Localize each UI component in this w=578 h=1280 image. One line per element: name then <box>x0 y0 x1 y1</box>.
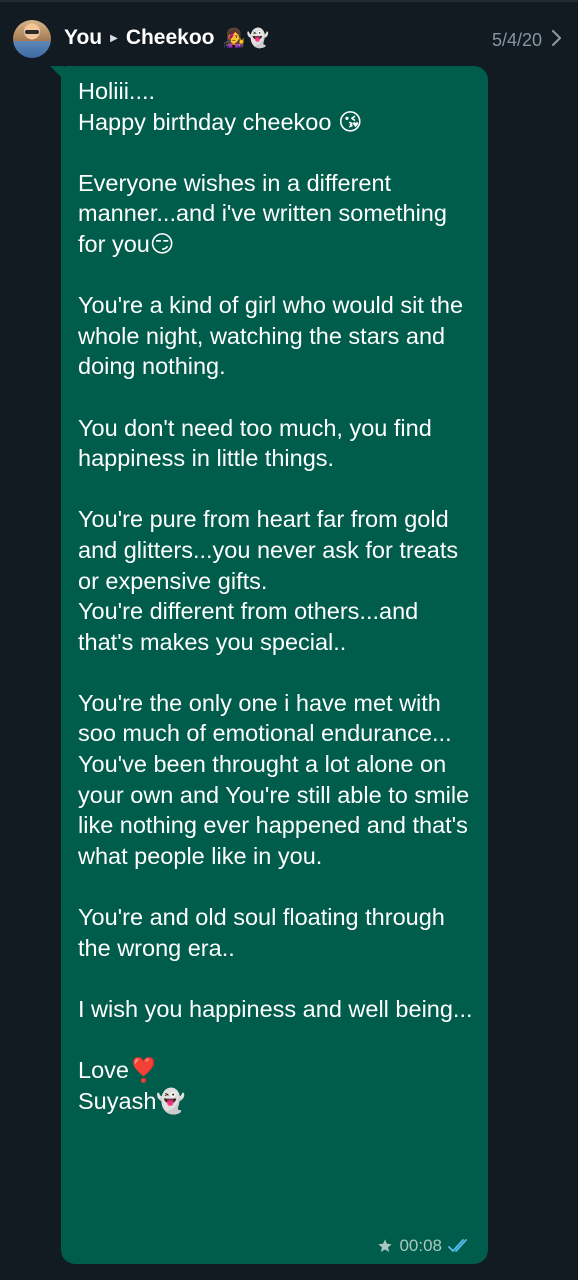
message-bubble[interactable]: Holiii.... Happy birthday cheekoo 😘 Ever… <box>61 66 488 1264</box>
message-meta: 00:08 <box>377 1236 474 1256</box>
sender-name: You <box>64 26 103 49</box>
recipient-name: Cheekoo <box>125 26 215 49</box>
double-check-icon <box>448 1238 474 1254</box>
message-info-header[interactable]: You ▶ Cheekoo 👩‍🎤👻 5/4/20 <box>0 14 578 66</box>
chevron-right-icon[interactable] <box>546 28 566 48</box>
avatar-glasses <box>25 30 39 34</box>
message-time: 00:08 <box>399 1236 442 1255</box>
message-text[interactable]: Holiii.... Happy birthday cheekoo 😘 Ever… <box>78 76 476 1116</box>
recipient-emojis: 👩‍🎤👻 <box>222 27 272 48</box>
play-arrow-icon: ▶ <box>110 32 118 44</box>
avatar[interactable] <box>13 20 51 58</box>
message-date: 5/4/20 <box>491 30 542 50</box>
top-divider <box>0 0 578 2</box>
star-icon <box>377 1238 393 1254</box>
chat-title: You ▶ Cheekoo 👩‍🎤👻 <box>64 26 271 50</box>
